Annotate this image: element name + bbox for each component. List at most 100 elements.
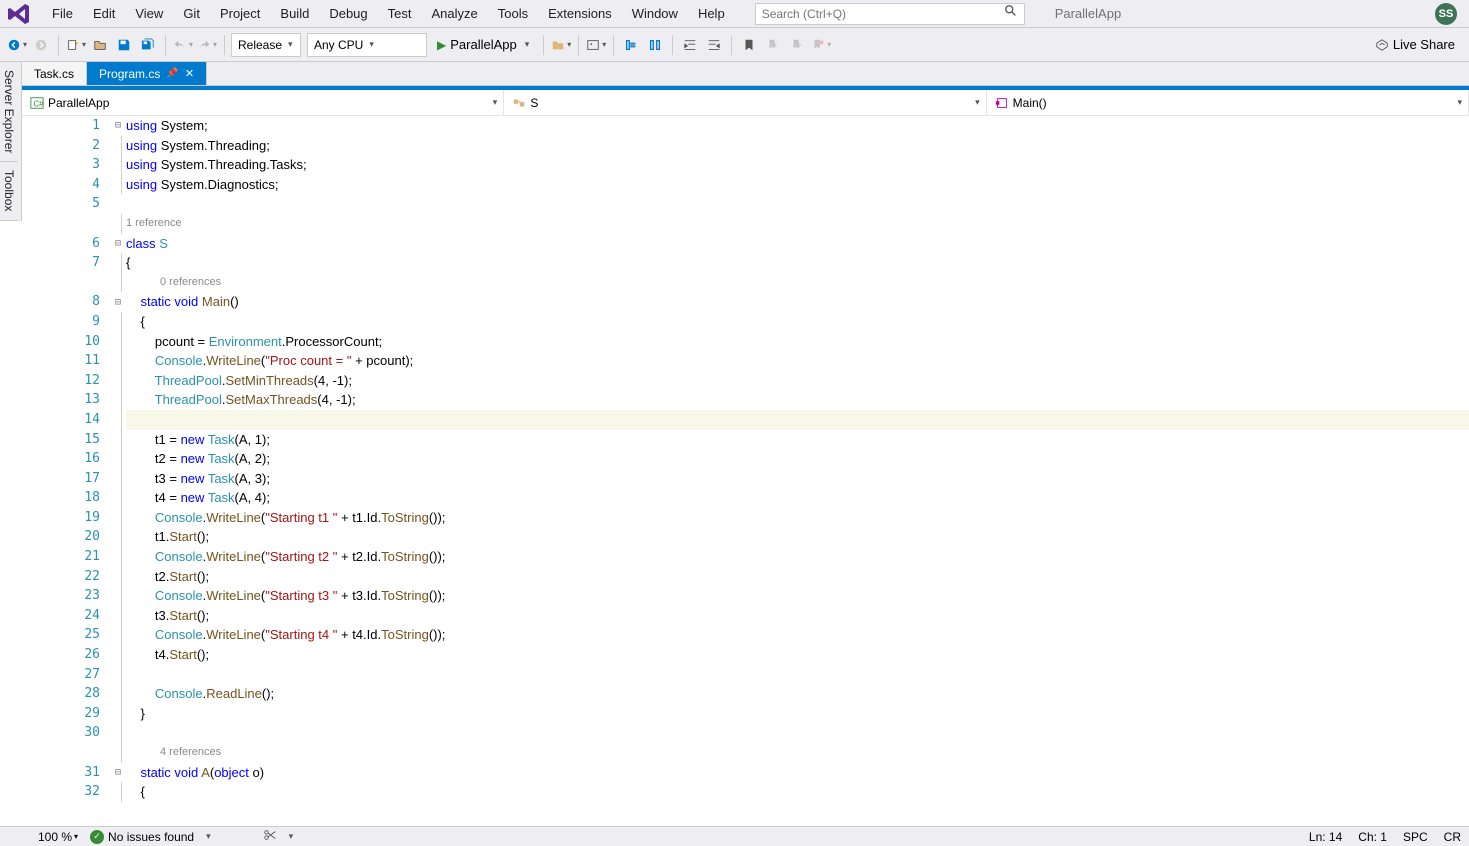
eol-indicator[interactable]: CR (1444, 830, 1461, 844)
code-line[interactable]: { (126, 782, 1469, 802)
code-line[interactable]: using System.Diagnostics; (126, 175, 1469, 195)
nav-forward-button[interactable] (30, 34, 52, 56)
side-tab-toolbox[interactable]: Toolbox (0, 162, 18, 220)
bookmark-button[interactable] (738, 34, 760, 56)
menu-file[interactable]: File (42, 3, 83, 24)
fold-toggle[interactable]: ⊟ (110, 763, 126, 783)
col-indicator[interactable]: Ch: 1 (1358, 830, 1387, 844)
live-share-button[interactable]: Live Share (1367, 37, 1463, 52)
menu-project[interactable]: Project (210, 3, 270, 24)
code-line[interactable]: Console.WriteLine("Proc count = " + pcou… (126, 351, 1469, 371)
line-number: 17 (22, 469, 100, 489)
code-line[interactable]: t1.Start(); (126, 527, 1469, 547)
code-line[interactable]: { (126, 312, 1469, 332)
code-line[interactable]: class S (126, 234, 1469, 254)
pin-icon[interactable]: 📌 (166, 68, 178, 79)
open-button[interactable] (89, 34, 111, 56)
code-line[interactable]: Console.WriteLine("Starting t3 " + t3.Id… (126, 586, 1469, 606)
side-tab-server-explorer[interactable]: Server Explorer (0, 62, 18, 162)
browse-button[interactable] (550, 34, 572, 56)
code-line[interactable]: using System.Threading; (126, 136, 1469, 156)
code-area[interactable]: using System;using System.Threading;usin… (126, 116, 1469, 826)
nav-type-dropdown[interactable]: S (504, 90, 986, 115)
nav-member-dropdown[interactable]: Main() (987, 90, 1469, 115)
codelens[interactable]: 1 reference (126, 214, 1469, 234)
code-line[interactable]: using System.Threading.Tasks; (126, 155, 1469, 175)
code-line[interactable]: t4.Start(); (126, 645, 1469, 665)
menu-help[interactable]: Help (688, 3, 735, 24)
search-input[interactable] (762, 7, 1004, 21)
prev-bookmark-button[interactable] (762, 34, 784, 56)
menu-git[interactable]: Git (173, 3, 210, 24)
fold-toggle[interactable]: ⊟ (110, 116, 126, 136)
menu-build[interactable]: Build (270, 3, 319, 24)
zoom-dropdown[interactable]: 100 % (38, 830, 78, 844)
code-line[interactable]: ThreadPool.SetMaxThreads(4, -1); (126, 390, 1469, 410)
nav-back-button[interactable] (6, 34, 28, 56)
codelens[interactable]: 4 references (126, 743, 1469, 763)
image-button[interactable] (585, 34, 607, 56)
app-name: ParallelApp (1055, 6, 1122, 21)
menu-test[interactable]: Test (378, 3, 422, 24)
redo-button[interactable] (196, 34, 218, 56)
menu-tools[interactable]: Tools (488, 3, 538, 24)
code-editor[interactable]: 12345 67 8910111213141516171819202122232… (22, 116, 1469, 826)
new-item-button[interactable] (65, 34, 87, 56)
code-line[interactable] (126, 410, 1469, 430)
code-line[interactable]: pcount = Environment.ProcessorCount; (126, 332, 1469, 352)
scissors-icon[interactable] (263, 828, 277, 845)
nav-project-dropdown[interactable]: C# ParallelApp (22, 90, 504, 115)
code-line[interactable]: t2 = new Task(A, 2); (126, 449, 1469, 469)
code-line[interactable]: Console.WriteLine("Starting t2 " + t2.Id… (126, 547, 1469, 567)
code-line[interactable]: t3.Start(); (126, 606, 1469, 626)
uncomment-button[interactable] (644, 34, 666, 56)
code-line[interactable]: ThreadPool.SetMinThreads(4, -1); (126, 371, 1469, 391)
menu-edit[interactable]: Edit (83, 3, 125, 24)
undo-button[interactable] (172, 34, 194, 56)
run-button[interactable]: ▶ ParallelApp ▾ (429, 33, 537, 57)
search-box[interactable] (755, 3, 1025, 25)
clear-bookmarks-button[interactable] (810, 34, 832, 56)
code-line[interactable]: } (126, 704, 1469, 724)
code-line[interactable]: { (126, 253, 1469, 273)
line-indicator[interactable]: Ln: 14 (1309, 830, 1342, 844)
indent-indicator[interactable]: SPC (1403, 830, 1428, 844)
code-line[interactable]: Console.ReadLine(); (126, 684, 1469, 704)
comment-button[interactable] (620, 34, 642, 56)
line-number: 22 (22, 567, 100, 587)
menu-debug[interactable]: Debug (319, 3, 377, 24)
issues-status[interactable]: ✓ No issues found (90, 830, 194, 844)
file-tab-program-cs[interactable]: Program.cs📌✕ (87, 62, 207, 85)
code-line[interactable] (126, 665, 1469, 685)
code-line[interactable]: t2.Start(); (126, 567, 1469, 587)
code-line[interactable]: using System; (126, 116, 1469, 136)
config-dropdown[interactable]: Release (231, 33, 301, 57)
indent-button[interactable] (679, 34, 701, 56)
save-all-button[interactable] (137, 34, 159, 56)
code-line[interactable]: Console.WriteLine("Starting t4 " + t4.Id… (126, 625, 1469, 645)
code-line[interactable]: t1 = new Task(A, 1); (126, 430, 1469, 450)
fold-toggle[interactable]: ⊟ (110, 234, 126, 254)
menu-extensions[interactable]: Extensions (538, 3, 622, 24)
next-bookmark-button[interactable] (786, 34, 808, 56)
fold-toggle[interactable]: ⊟ (110, 292, 126, 312)
platform-dropdown[interactable]: Any CPU (307, 33, 427, 57)
menu-analyze[interactable]: Analyze (421, 3, 487, 24)
code-line[interactable]: t3 = new Task(A, 3); (126, 469, 1469, 489)
code-line[interactable]: Console.WriteLine("Starting t1 " + t1.Id… (126, 508, 1469, 528)
code-line[interactable]: static void Main() (126, 292, 1469, 312)
user-avatar[interactable]: SS (1435, 3, 1457, 25)
menu-window[interactable]: Window (622, 3, 688, 24)
line-number: 15 (22, 430, 100, 450)
codelens[interactable]: 0 references (126, 273, 1469, 293)
close-icon[interactable]: ✕ (185, 67, 194, 80)
outdent-button[interactable] (703, 34, 725, 56)
code-line[interactable] (126, 194, 1469, 214)
menu-view[interactable]: View (125, 3, 173, 24)
code-line[interactable]: static void A(object o) (126, 763, 1469, 783)
code-line[interactable]: t4 = new Task(A, 4); (126, 488, 1469, 508)
file-tab-task-cs[interactable]: Task.cs (22, 62, 87, 85)
code-line[interactable] (126, 723, 1469, 743)
save-button[interactable] (113, 34, 135, 56)
fold-column[interactable]: ⊟ ⊟ ⊟ ⊟ (110, 116, 126, 826)
